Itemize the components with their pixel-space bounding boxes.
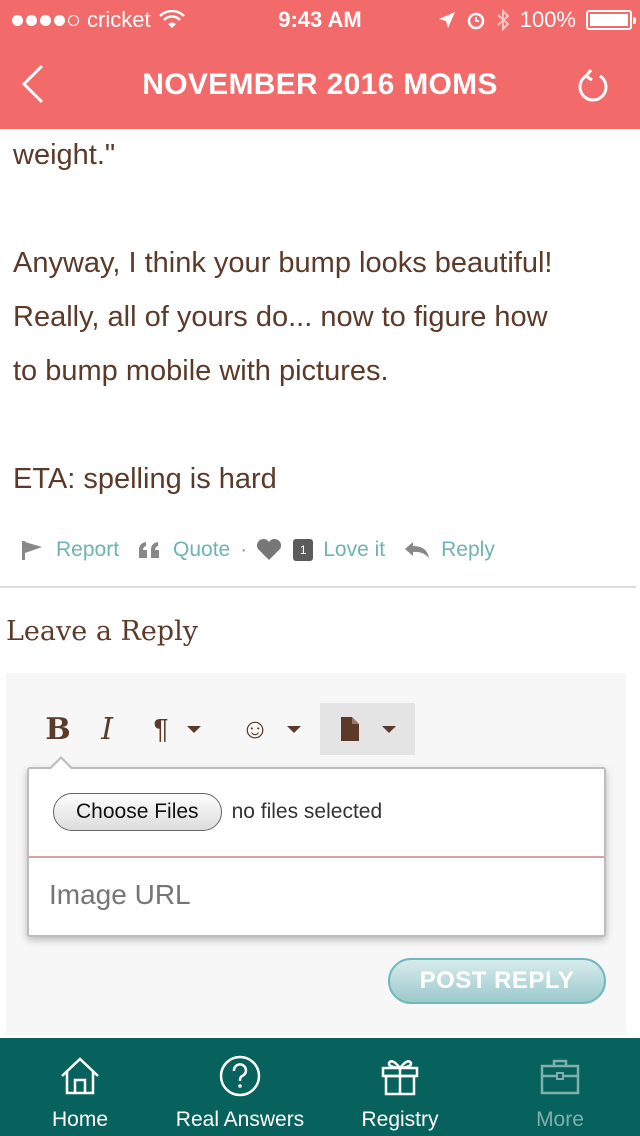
post-actions: Report Quote · 1 Love it Reply (20, 533, 513, 567)
paragraph-icon: ¶ (153, 713, 169, 744)
quote-label: Quote (173, 538, 231, 561)
tab-home[interactable]: Home (0, 1038, 160, 1136)
post-line: Anyway, I think your bump looks beautifu… (13, 247, 553, 279)
heart-icon (257, 538, 282, 560)
report-button[interactable]: Report (20, 538, 119, 562)
editor-toolbar: B I ¶ ☺ (36, 703, 415, 755)
love-button[interactable]: 1 Love it (255, 538, 385, 562)
emoji-dropdown[interactable]: ☺ (226, 703, 316, 755)
tab-label: Real Answers (175, 1108, 305, 1131)
leave-reply-title: Leave a Reply (6, 616, 198, 647)
chevron-down-icon (186, 725, 201, 733)
image-url-input[interactable] (49, 879, 569, 911)
post-line (13, 398, 623, 452)
tab-more[interactable]: More (480, 1038, 640, 1136)
reply-arrow-icon (405, 542, 430, 558)
report-label: Report (56, 538, 120, 561)
alarm-icon (467, 12, 484, 30)
tab-label: More (536, 1108, 584, 1131)
status-right: 100% (438, 7, 636, 33)
document-icon (340, 717, 359, 741)
status-bar: cricket 9:43 AM 100% (0, 0, 640, 40)
post-body: weight." Anyway, I think your bump looks… (13, 128, 623, 506)
question-icon (219, 1055, 261, 1097)
page-title: NOVEMBER 2016 MOMS (142, 68, 498, 101)
choose-files-button[interactable]: Choose Files (53, 793, 222, 831)
file-status: no files selected (231, 800, 383, 823)
love-count-badge: 1 (293, 539, 314, 561)
reply-button[interactable]: Reply (403, 538, 495, 562)
section-divider (0, 586, 636, 588)
popover-divider (29, 856, 604, 858)
post-line: weight." (13, 139, 116, 171)
home-icon (61, 1057, 99, 1095)
gift-icon (381, 1060, 419, 1096)
paragraph-dropdown[interactable]: ¶ (134, 703, 220, 755)
flag-icon (22, 541, 42, 560)
bold-button[interactable]: B (36, 703, 80, 755)
tab-registry[interactable]: Registry (320, 1038, 480, 1136)
nav-bar: NOVEMBER 2016 MOMS (0, 40, 640, 129)
quote-button[interactable]: Quote (137, 538, 230, 562)
post-line: to bump mobile with pictures. (13, 355, 389, 387)
tab-bar: Home Real Answers Registry More (0, 1038, 640, 1136)
chevron-down-icon (287, 725, 302, 733)
file-upload-row: Choose Files no files selected (53, 793, 382, 831)
header: cricket 9:43 AM 100% NOVEMBER 2016 MOMS (0, 0, 640, 129)
quote-icon (139, 542, 160, 558)
action-separator: · (240, 538, 248, 561)
smiley-icon: ☺ (240, 713, 270, 744)
attach-file-dropdown[interactable] (320, 703, 415, 755)
love-label: Love it (323, 538, 386, 561)
attach-popover: Choose Files no files selected (27, 756, 606, 937)
bluetooth-icon (497, 9, 510, 31)
tab-label: Home (51, 1108, 109, 1131)
briefcase-icon (540, 1059, 580, 1095)
italic-button[interactable]: I (80, 703, 134, 755)
reply-label: Reply (441, 538, 495, 561)
post-reply-button[interactable]: POST REPLY (388, 958, 606, 1004)
refresh-icon[interactable] (576, 66, 610, 104)
battery-percent: 100% (519, 7, 576, 32)
reply-editor: B I ¶ ☺ Choose Files no files selected P… (6, 673, 626, 1035)
chevron-down-icon (381, 725, 396, 733)
post-line: Really, all of yours do... now to figure… (13, 301, 548, 333)
location-icon (438, 12, 455, 28)
tab-label: Registry (361, 1108, 439, 1131)
post-line: ETA: spelling is hard (13, 463, 277, 495)
tab-real-answers[interactable]: Real Answers (160, 1038, 320, 1136)
post-line (13, 182, 623, 236)
battery-icon (586, 10, 636, 30)
